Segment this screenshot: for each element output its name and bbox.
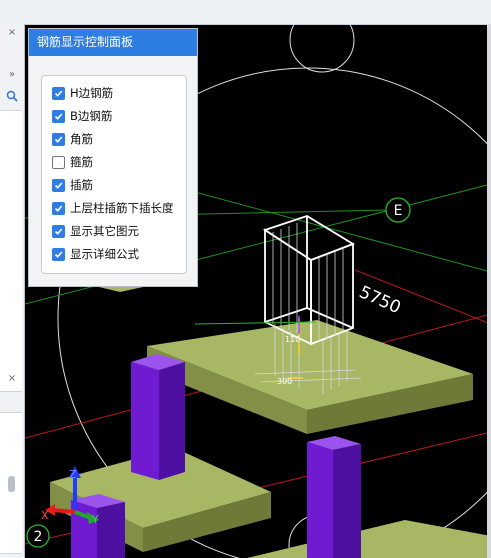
check-icon (54, 204, 63, 212)
axis-bubble-top (289, 24, 355, 73)
option-row[interactable]: 上层柱插筋下插长度 (52, 199, 174, 217)
right-edge-border (487, 24, 491, 558)
option-row[interactable]: H边钢筋 (52, 84, 113, 102)
option-label: 上层柱插筋下插长度 (70, 201, 174, 215)
column (131, 362, 159, 480)
option-label: H边钢筋 (70, 86, 114, 100)
check-icon (54, 181, 63, 189)
column (159, 362, 185, 480)
panel-title[interactable]: 钢筋显示控制面板 (29, 29, 197, 56)
option-row[interactable]: 插筋 (52, 176, 93, 194)
top-toolbar (0, 0, 491, 25)
left-dock-strip: × » × (0, 24, 25, 558)
scrollbar-thumb[interactable] (8, 476, 15, 492)
column (333, 444, 361, 558)
option-row[interactable]: 显示详细公式 (52, 245, 139, 263)
option-label: 插筋 (70, 178, 93, 192)
checkbox-checked[interactable] (52, 247, 65, 261)
axis-triad-x: X (41, 509, 49, 522)
checkbox-checked[interactable] (52, 224, 65, 238)
close-icon[interactable]: × (0, 370, 24, 388)
search-icon[interactable] (0, 90, 24, 108)
axis-triad-y: Y (91, 513, 99, 526)
check-icon (54, 250, 63, 258)
footing (247, 520, 491, 558)
dimension-label-5750: 5750 (356, 282, 404, 318)
close-icon[interactable]: × (0, 24, 24, 42)
check-icon (54, 227, 63, 235)
option-label: 显示详细公式 (70, 247, 139, 261)
checkbox-checked[interactable] (52, 86, 65, 100)
axis-label-2: 2 (34, 529, 43, 545)
checkbox-checked[interactable] (52, 109, 65, 123)
option-row[interactable]: B边钢筋 (52, 107, 112, 125)
option-label: B边钢筋 (70, 109, 113, 123)
rebar-display-control-panel: 钢筋显示控制面板 H边钢筋 B边钢筋角筋箍筋插筋上层柱插筋下插长度 显示其它图元 显示… (28, 28, 198, 287)
option-label: 角筋 (70, 132, 93, 146)
options-group: H边钢筋 B边钢筋角筋箍筋插筋上层柱插筋下插长度 显示其它图元 显示详细公式 (41, 75, 187, 274)
column (307, 442, 333, 558)
option-row[interactable]: 角筋 (52, 130, 93, 148)
axis-label-e: E (394, 203, 403, 219)
dimension-label-300: 300 (277, 377, 292, 386)
check-icon (54, 112, 63, 120)
dimension-label-110: 110 (285, 335, 300, 344)
left-panel-list (0, 110, 22, 392)
checkbox-checked[interactable] (52, 178, 65, 192)
column (97, 502, 125, 558)
checkbox-checked[interactable] (52, 132, 65, 146)
option-row[interactable]: 箍筋 (52, 153, 93, 171)
option-label: 显示其它图元 (70, 224, 139, 238)
expand-icon[interactable]: » (0, 66, 24, 84)
option-row[interactable]: 显示其它图元 (52, 222, 139, 240)
axis-triad-z: Z (69, 468, 77, 481)
check-icon (54, 89, 63, 97)
checkbox-unchecked[interactable] (52, 155, 65, 169)
checkbox-checked[interactable] (52, 201, 65, 215)
option-label: 箍筋 (70, 155, 93, 169)
check-icon (54, 135, 63, 143)
